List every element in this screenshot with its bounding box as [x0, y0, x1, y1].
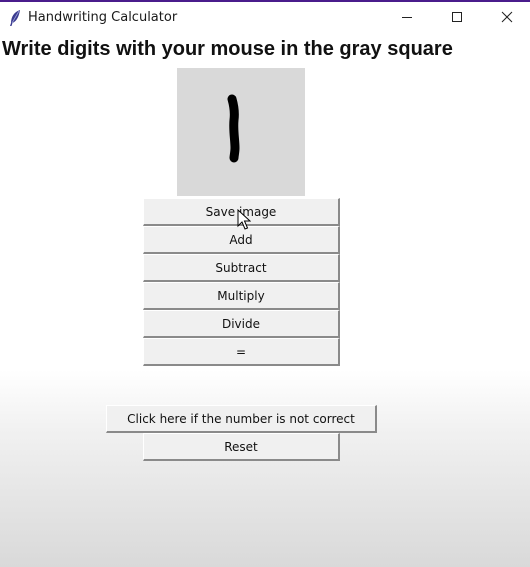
divide-button[interactable]: Divide — [143, 310, 340, 338]
incorrect-number-button[interactable]: Click here if the number is not correct — [106, 405, 377, 433]
minimize-icon — [401, 10, 413, 28]
feather-icon — [8, 9, 22, 27]
maximize-button[interactable] — [434, 4, 480, 34]
minimize-button[interactable] — [384, 4, 430, 34]
close-icon — [501, 10, 513, 28]
window-title: Handwriting Calculator — [28, 10, 178, 25]
multiply-button[interactable]: Multiply — [143, 282, 340, 310]
handwritten-digit-stroke — [227, 94, 240, 163]
drawing-canvas[interactable] — [177, 68, 305, 196]
mouse-cursor-icon — [237, 208, 252, 231]
instruction-heading: Write digits with your mouse in the gray… — [2, 38, 453, 60]
maximize-icon — [451, 10, 463, 28]
title-bar[interactable]: Handwriting Calculator — [0, 2, 530, 34]
equals-button[interactable]: = — [143, 338, 340, 366]
reset-button[interactable]: Reset — [143, 433, 340, 461]
subtract-button[interactable]: Subtract — [143, 254, 340, 282]
close-button[interactable] — [484, 4, 530, 34]
